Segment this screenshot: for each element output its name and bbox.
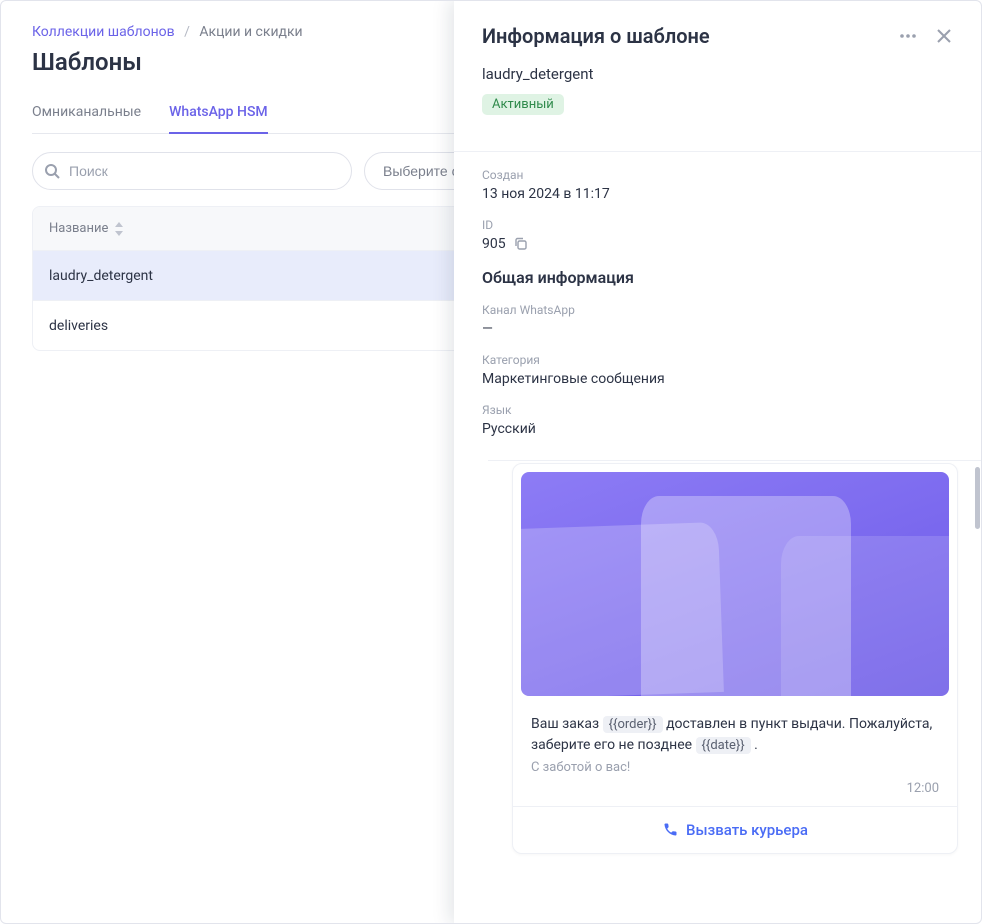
search-field[interactable]	[32, 152, 352, 190]
search-icon	[44, 163, 60, 179]
id-label: ID	[482, 218, 954, 232]
message-card: Ваш заказ {{order}} доставлен в пункт вы…	[512, 463, 958, 854]
more-icon	[898, 26, 918, 46]
copy-icon[interactable]	[514, 237, 528, 251]
created-value: 13 ноя 2024 в 11:17	[482, 186, 954, 202]
category-label: Категория	[482, 353, 954, 367]
tab-whatsapp-hsm[interactable]: WhatsApp HSM	[169, 94, 268, 134]
variable-date: {{date}}	[696, 737, 751, 754]
variable-order: {{order}}	[603, 716, 663, 733]
phone-icon	[662, 822, 678, 838]
message-footer: С заботой о вас!	[513, 760, 957, 781]
message-body: Ваш заказ {{order}} доставлен в пункт вы…	[513, 704, 957, 760]
breadcrumb-root[interactable]: Коллекции шаблонов	[32, 24, 175, 40]
template-preview: Ваш заказ {{order}} доставлен в пункт вы…	[488, 460, 982, 924]
call-courier-button[interactable]: Вызвать курьера	[513, 806, 957, 853]
close-button[interactable]	[934, 26, 954, 49]
language-value: Русский	[482, 421, 954, 437]
template-name: laudry_detergent	[482, 65, 954, 83]
category-value: Маркетинговые сообщения	[482, 371, 954, 387]
scrollbar[interactable]	[975, 467, 980, 529]
id-value: 905	[482, 236, 954, 252]
hero-image	[521, 472, 949, 696]
search-input[interactable]	[32, 152, 352, 190]
section-general: Общая информация	[482, 268, 954, 287]
message-time: 12:00	[513, 781, 957, 806]
panel-title: Информация о шаблоне	[482, 24, 710, 48]
close-icon	[936, 28, 952, 44]
channel-label: Канал WhatsApp	[482, 303, 954, 317]
language-label: Язык	[482, 403, 954, 417]
more-button[interactable]	[896, 24, 920, 51]
tab-omnichannel[interactable]: Омниканальные	[32, 94, 141, 134]
breadcrumb-current: Акции и скидки	[199, 24, 302, 40]
channel-value: —	[482, 321, 954, 337]
status-badge: Активный	[482, 94, 564, 115]
sort-icon	[114, 222, 124, 236]
created-label: Создан	[482, 168, 954, 182]
